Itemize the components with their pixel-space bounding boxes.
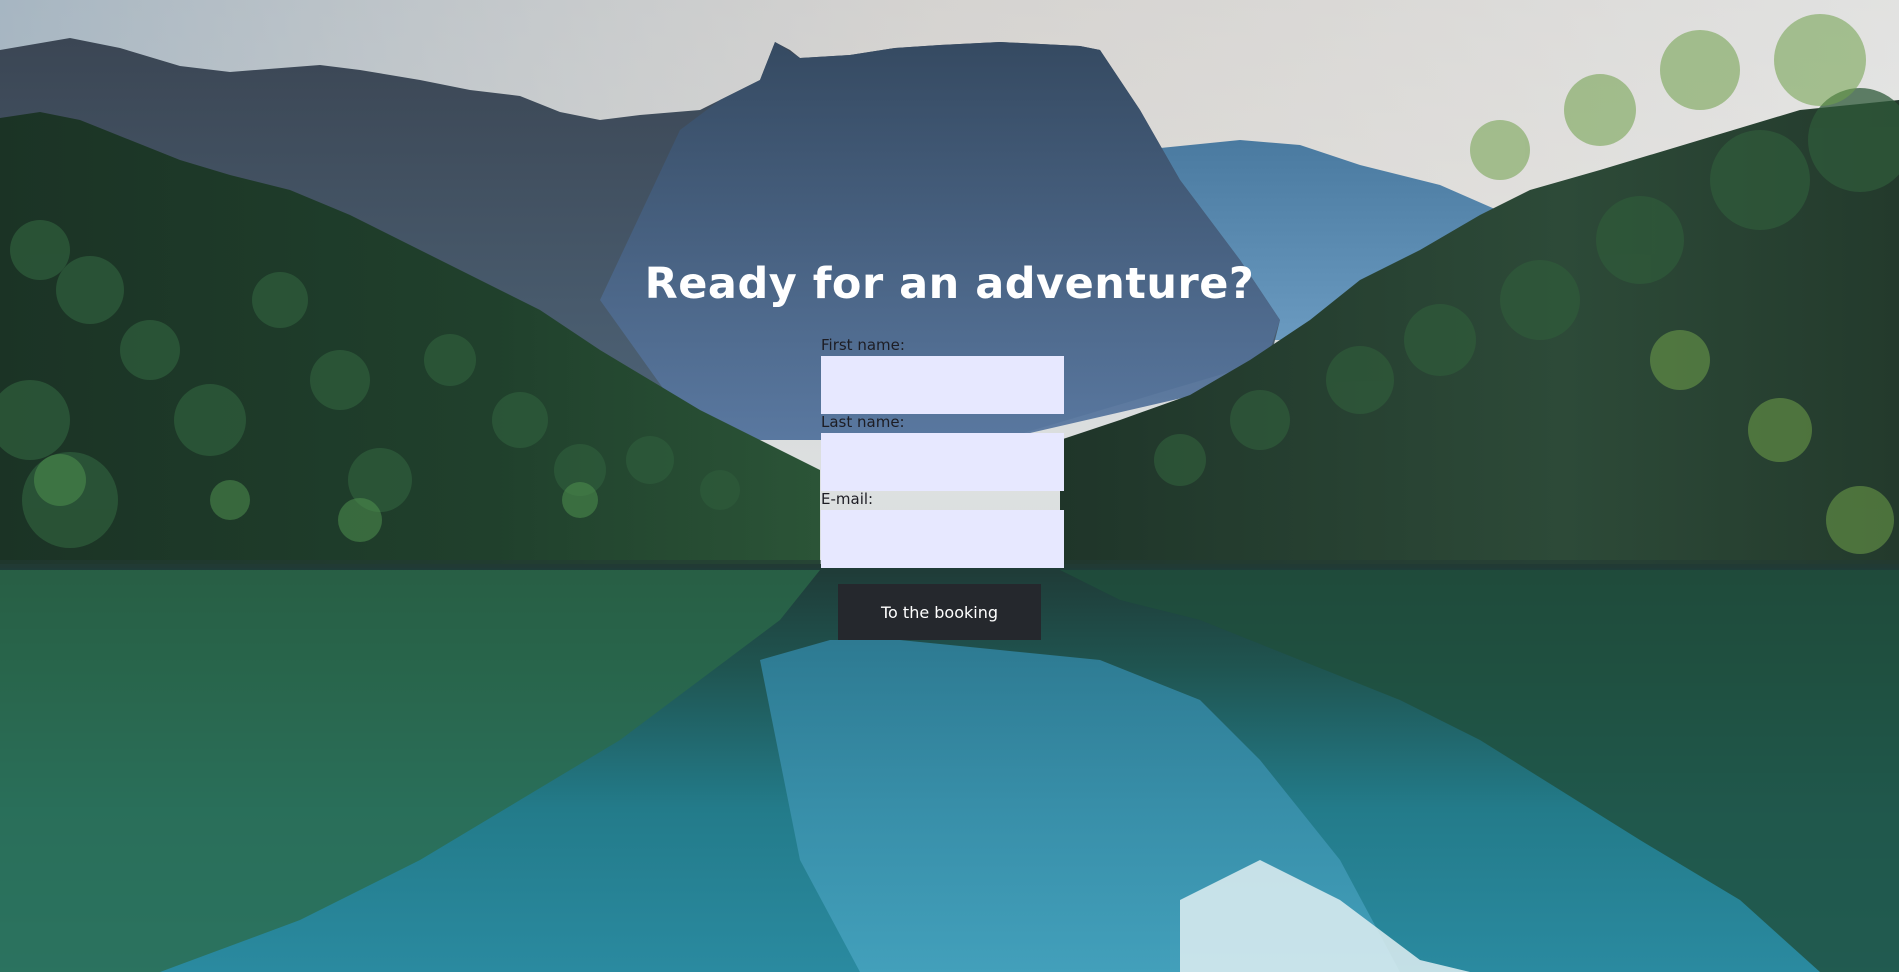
first-name-field[interactable] <box>821 356 1064 414</box>
to-the-booking-button[interactable]: To the booking <box>838 584 1041 640</box>
last-name-label: Last name: <box>821 413 905 431</box>
last-name-field[interactable] <box>821 433 1064 491</box>
page-title: Ready for an adventure? <box>644 259 1255 309</box>
first-name-group: First name: <box>821 336 1064 414</box>
hero-section: Ready for an adventure? First name: Last… <box>0 0 1899 972</box>
email-field[interactable] <box>821 510 1064 568</box>
page: Ready for an adventure? First name: Last… <box>0 0 1899 972</box>
last-name-group: Last name: <box>821 413 1064 491</box>
email-group: E-mail: <box>821 490 1064 568</box>
first-name-label: First name: <box>821 336 905 354</box>
email-label: E-mail: <box>821 490 874 508</box>
